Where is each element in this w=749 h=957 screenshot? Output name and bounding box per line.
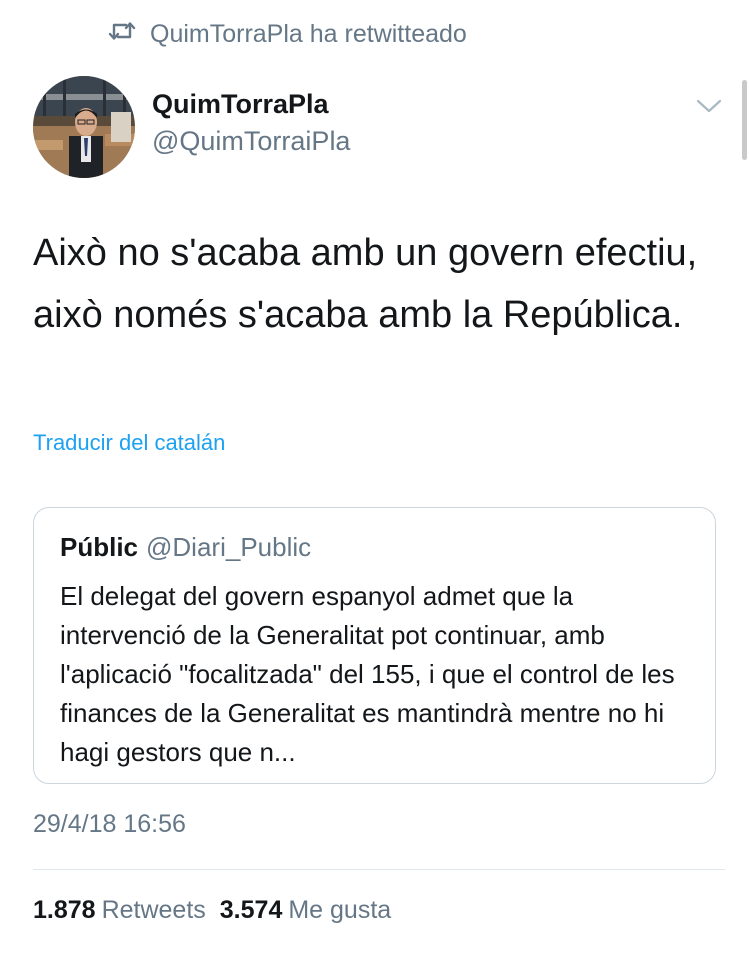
author-handle[interactable]: @QuimTorraiPla bbox=[152, 122, 350, 160]
author-display-name[interactable]: QuimTorraPla bbox=[152, 86, 350, 122]
tweet-timestamp: 29/4/18 16:56 bbox=[33, 810, 186, 838]
retweets-label: Retweets bbox=[101, 896, 206, 924]
retweet-icon bbox=[108, 19, 150, 50]
likes-stat[interactable]: 3.574 Me gusta bbox=[220, 896, 405, 924]
quoted-tweet-handle: @Diari_Public bbox=[146, 532, 312, 562]
chevron-down-icon[interactable] bbox=[694, 96, 724, 116]
retweet-banner-text: QuimTorraPla ha retwitteado bbox=[150, 19, 467, 48]
divider bbox=[33, 869, 725, 870]
scrollbar[interactable] bbox=[742, 80, 747, 160]
quoted-tweet-card[interactable]: Públic @Diari_Public El delegat del gover… bbox=[33, 507, 716, 784]
quoted-tweet-text: El delegat del govern espanyol admet que… bbox=[60, 581, 675, 767]
likes-count: 3.574 bbox=[219, 896, 283, 924]
engagement-stats: 1.878 Retweets 3.574 Me gusta bbox=[33, 896, 405, 925]
quoted-tweet-header: Públic @Diari_Public bbox=[60, 530, 311, 564]
quoted-tweet-name: Públic bbox=[60, 532, 139, 562]
translate-link[interactable]: Traducir del catalán bbox=[33, 430, 225, 456]
retweets-stat[interactable]: 1.878 Retweets bbox=[33, 896, 220, 924]
likes-label: Me gusta bbox=[288, 896, 392, 924]
retweets-count: 1.878 bbox=[33, 896, 96, 924]
tweet-text: Això no s'acaba amb un govern efectiu, a… bbox=[33, 232, 698, 336]
author-block[interactable]: QuimTorraPla @QuimTorraiPla bbox=[152, 86, 350, 160]
retweet-banner[interactable]: QuimTorraPla ha retwitteado bbox=[108, 18, 467, 50]
avatar[interactable] bbox=[33, 76, 135, 178]
